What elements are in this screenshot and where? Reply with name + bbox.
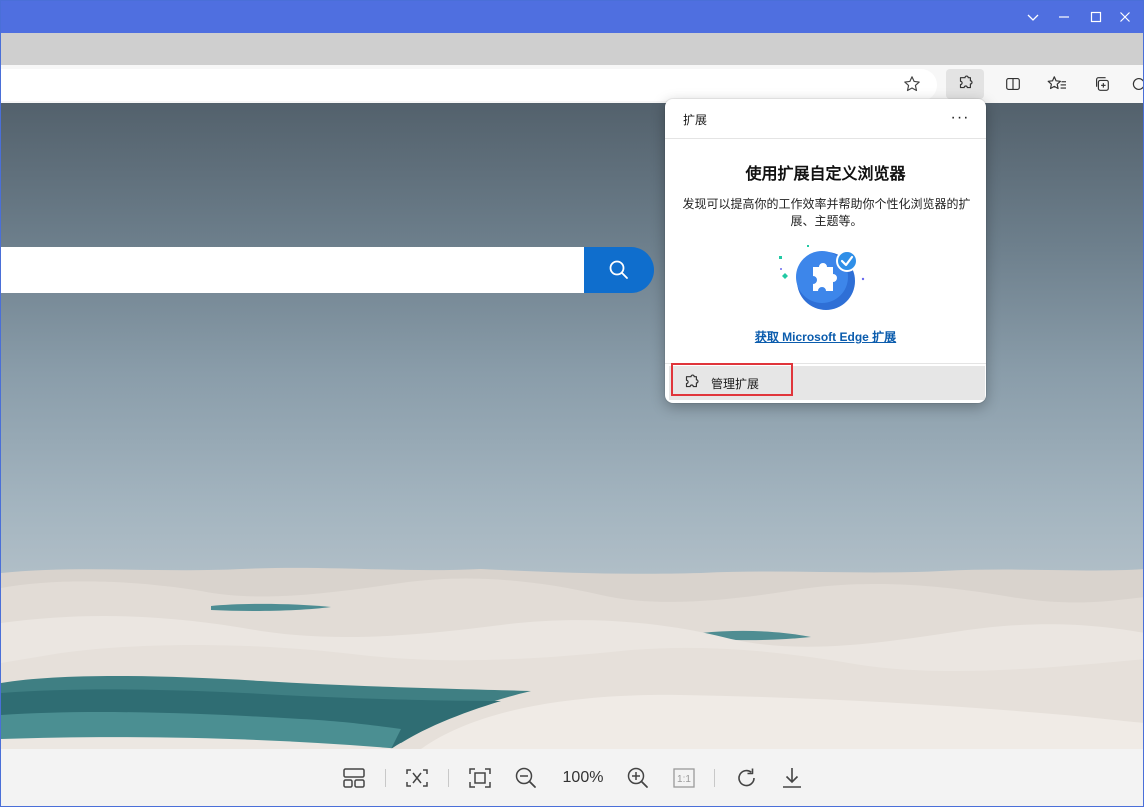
search-button[interactable] [584,247,654,293]
toolbar-divider [385,769,386,787]
flyout-heading: 使用扩展自定义浏览器 [745,166,906,183]
flyout-title: 扩展 [683,113,708,127]
browser-window: 扩展 ··· 使用扩展自定义浏览器 发现可以提高你的工作效率并帮助你个性化浏览器… [0,0,1144,807]
extensions-icon[interactable] [946,69,984,99]
zoom-out-icon[interactable] [511,763,541,793]
favorite-star-icon[interactable] [895,69,929,99]
actual-size-label: 1:1 [677,774,691,785]
address-row [1,65,1143,103]
fit-icon[interactable] [402,763,432,793]
toolbar-divider [714,769,715,787]
extensions-flyout: 扩展 ··· 使用扩展自定义浏览器 发现可以提高你的工作效率并帮助你个性化浏览器… [665,99,986,403]
flyout-header: 扩展 ··· [665,99,986,139]
title-bar [1,1,1143,33]
viewer-toolbar: 100% 1:1 [1,749,1143,806]
search-icon [609,260,628,279]
actual-size-icon[interactable]: 1:1 [669,763,699,793]
more-options-button[interactable]: ··· [948,107,972,129]
split-screen-icon[interactable] [996,69,1030,99]
fullscreen-icon[interactable] [465,763,495,793]
copilot-icon[interactable] [1129,69,1143,99]
search-input[interactable] [1,247,585,293]
toolbar-divider [448,769,449,787]
close-icon[interactable] [1110,1,1140,33]
minimize-icon[interactable] [1049,1,1079,33]
rotate-icon[interactable] [732,763,762,793]
get-extensions-link[interactable]: 获取 Microsoft Edge 扩展 [665,328,986,345]
address-bar[interactable] [1,69,937,101]
collections-icon[interactable] [1085,69,1119,99]
puzzle-illustration-icon [771,239,871,319]
favorites-icon[interactable] [1040,69,1074,99]
extensions-icon [681,373,701,393]
flyout-footer: 管理扩展 [665,363,986,403]
manage-extensions-button[interactable]: 管理扩展 [669,366,985,400]
maximize-icon[interactable] [1081,1,1111,33]
tab-strip [1,33,1143,65]
layout-icon[interactable] [339,763,369,793]
download-icon[interactable] [777,763,807,793]
zoom-in-icon[interactable] [623,763,653,793]
zoom-level: 100% [562,769,604,786]
manage-extensions-label: 管理扩展 [711,376,760,391]
chevron-down-icon[interactable] [1018,1,1048,33]
flyout-description: 发现可以提高你的工作效率并帮助你个性化浏览器的扩展、主题等。 [682,197,971,228]
